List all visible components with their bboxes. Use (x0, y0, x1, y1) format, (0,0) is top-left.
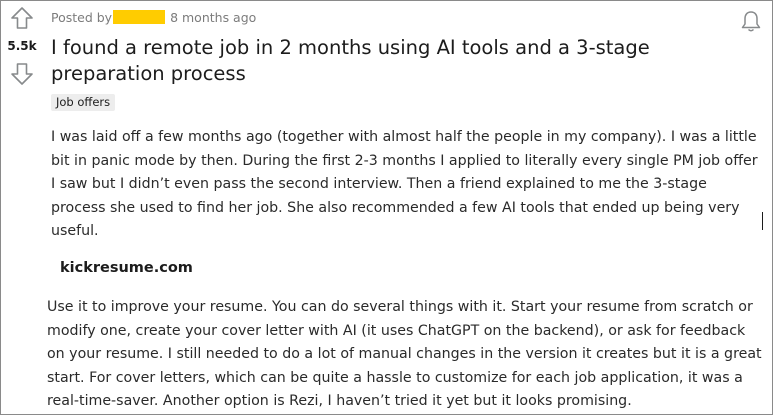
text-cursor-mark (762, 212, 763, 230)
vote-score: 5.5k (7, 39, 37, 53)
post-body-paragraph-2: Use it to improve your resume. You can d… (47, 299, 762, 410)
post-body-paragraph: I was laid off a few months ago (togethe… (51, 129, 758, 240)
posted-by-label: Posted by (51, 10, 113, 25)
link-heading[interactable]: kickresume.com (60, 260, 193, 276)
post-meta: Posted by 8 months ago (51, 10, 256, 25)
downvote-button[interactable] (9, 62, 35, 86)
redacted-username (113, 10, 166, 24)
arrow-up-icon (11, 7, 33, 29)
bell-icon (741, 11, 761, 32)
upvote-button[interactable] (9, 6, 35, 30)
arrow-down-icon (11, 63, 33, 85)
post-title[interactable]: I found a remote job in 2 months using A… (51, 35, 763, 87)
post-flair[interactable]: Job offers (51, 94, 116, 111)
post-time[interactable]: 8 months ago (170, 10, 256, 25)
follow-post-button[interactable] (740, 9, 762, 33)
